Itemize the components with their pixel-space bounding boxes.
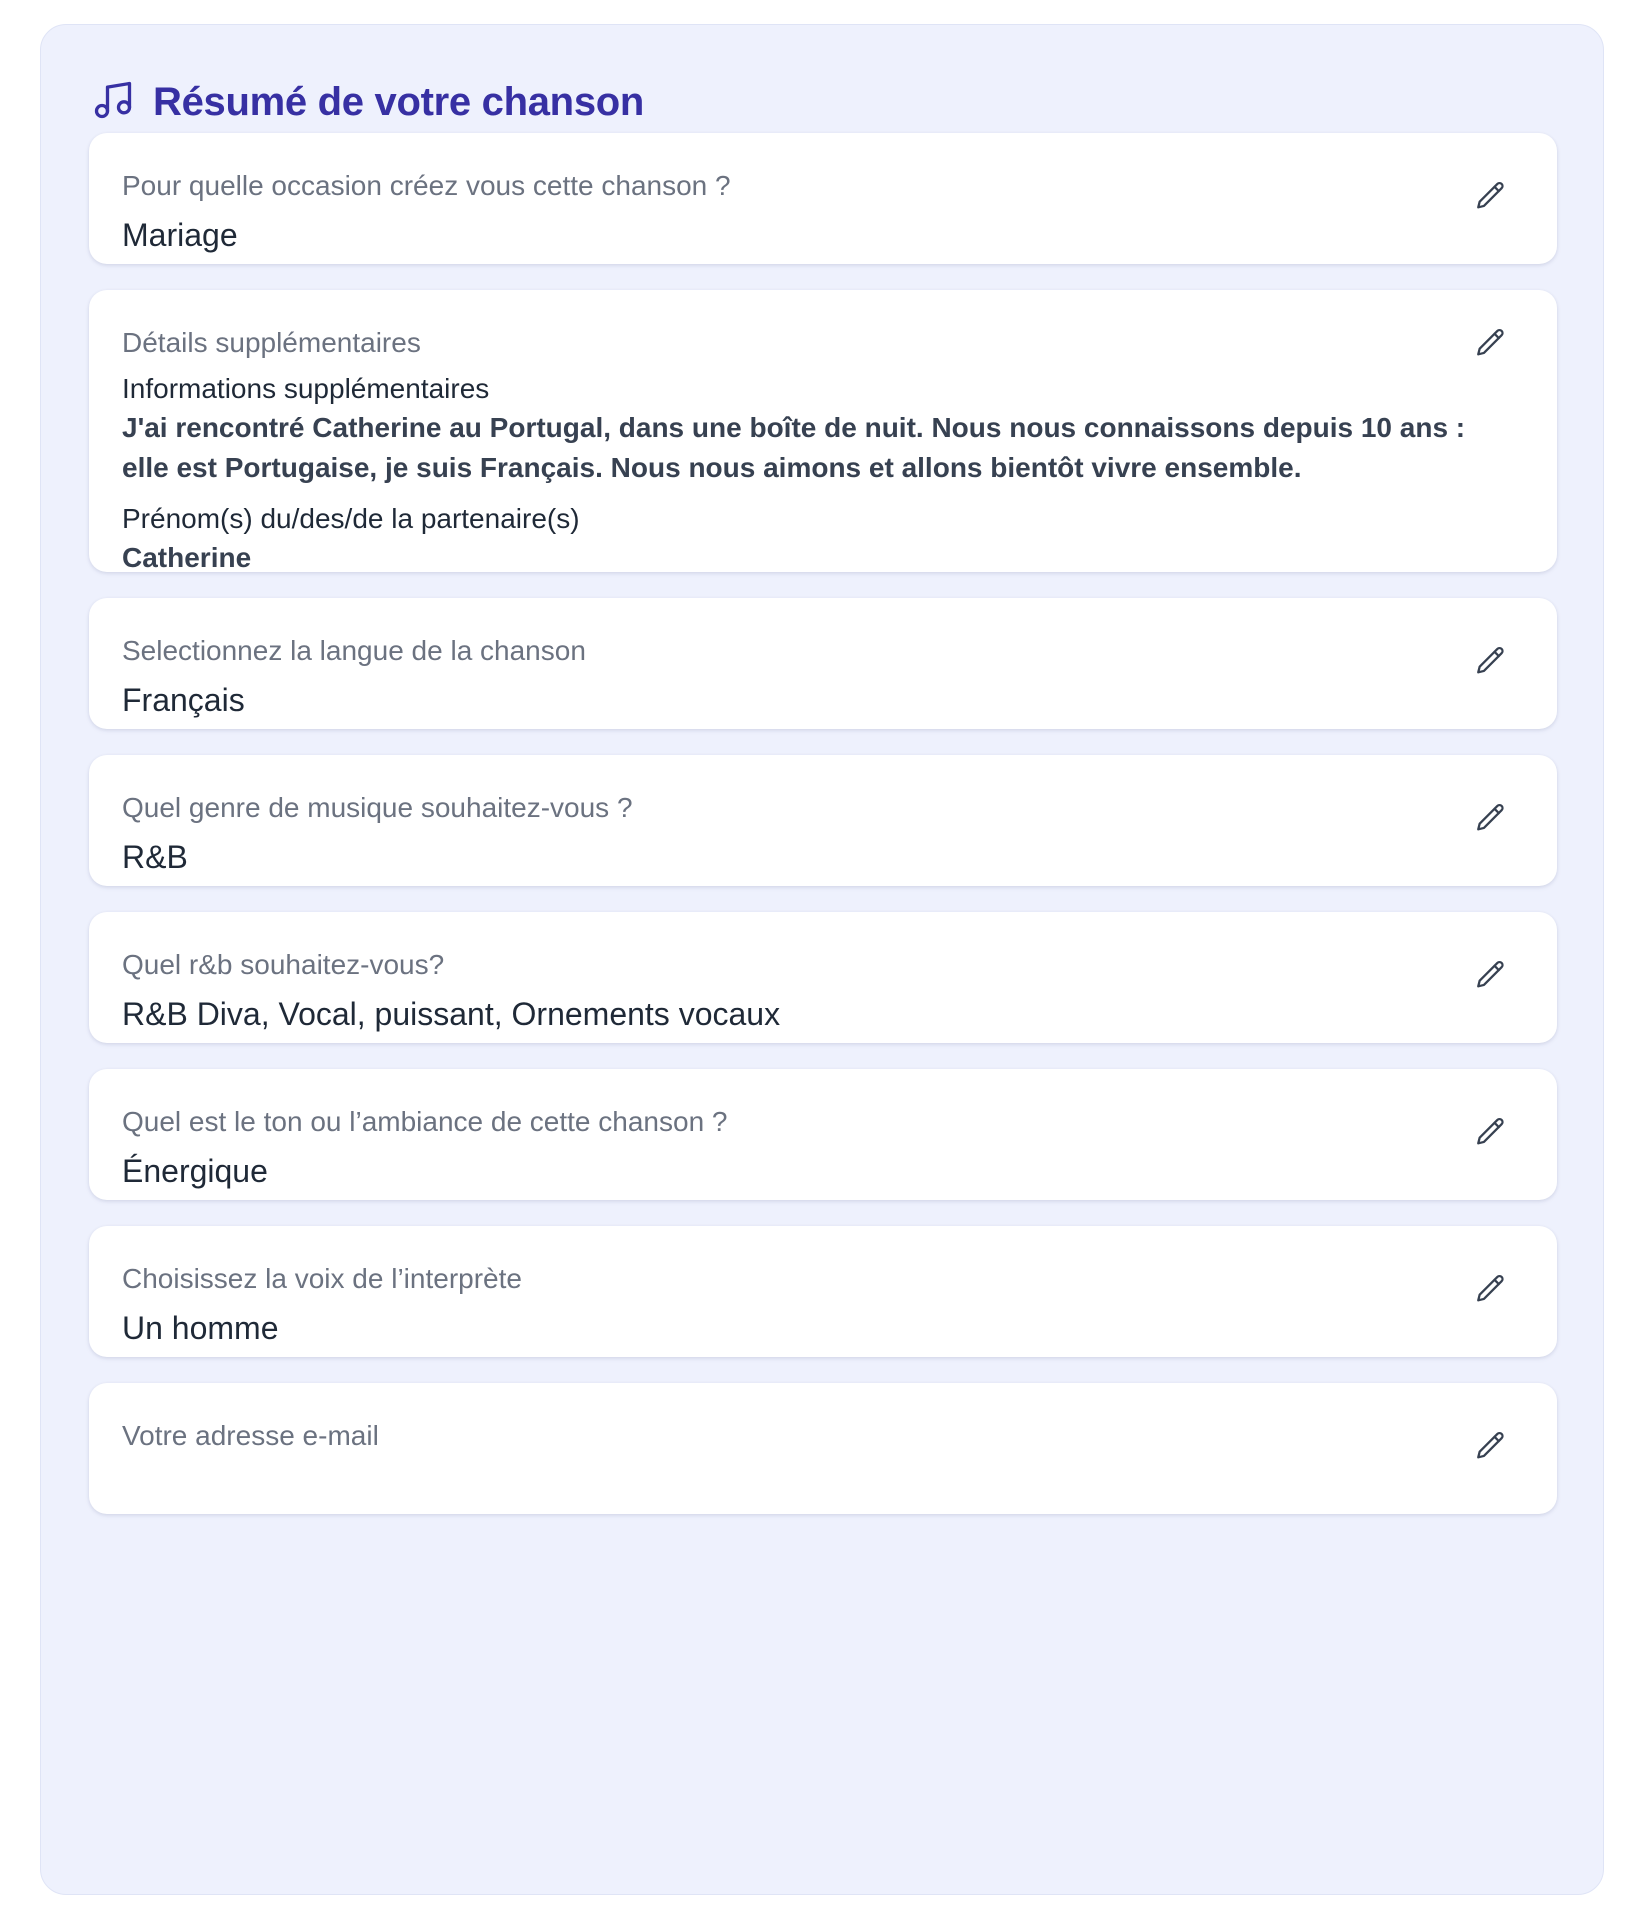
summary-card-language: Selectionnez la langue de la chanson Fra… <box>89 598 1557 729</box>
pencil-icon <box>1474 179 1508 218</box>
detail-value-informations: J'ai rencontré Catherine au Portugal, da… <box>122 412 1466 483</box>
summary-card-occasion: Pour quelle occasion créez vous cette ch… <box>89 133 1557 264</box>
card-answer: Mariage <box>122 217 238 253</box>
card-question: Pour quelle occasion créez vous cette ch… <box>122 170 731 201</box>
card-question: Quel genre de musique souhaitez-vous ? <box>122 792 633 823</box>
summary-card-mood: Quel est le ton ou l’ambiance de cette c… <box>89 1069 1557 1200</box>
summary-card-voice: Choisissez la voix de l’interprète Un ho… <box>89 1226 1557 1357</box>
card-question: Quel est le ton ou l’ambiance de cette c… <box>122 1106 728 1137</box>
card-question: Détails supplémentaires <box>122 327 421 358</box>
summary-card-rnb-style: Quel r&b souhaitez-vous? R&B Diva, Vocal… <box>89 912 1557 1043</box>
edit-rnb-style-button[interactable] <box>1471 957 1511 997</box>
summary-card-email: Votre adresse e-mail <box>89 1383 1557 1514</box>
card-answer: Énergique <box>122 1153 268 1189</box>
summary-title: Résumé de votre chanson <box>153 80 645 124</box>
card-question: Votre adresse e-mail <box>122 1420 379 1451</box>
edit-mood-button[interactable] <box>1471 1114 1511 1154</box>
summary-card-genre: Quel genre de musique souhaitez-vous ? R… <box>89 755 1557 886</box>
pencil-icon <box>1474 1272 1508 1311</box>
pencil-icon <box>1474 644 1508 683</box>
summary-card-details: Détails supplémentaires Informations sup… <box>89 290 1557 573</box>
pencil-icon <box>1474 1115 1508 1154</box>
detail-label-informations: Informations supplémentaires <box>122 373 490 404</box>
music-note-icon <box>91 78 135 127</box>
card-answer: R&B <box>122 839 188 875</box>
card-answer: Français <box>122 682 245 718</box>
detail-value-partner: Catherine <box>122 542 252 573</box>
card-question: Selectionnez la langue de la chanson <box>122 635 586 666</box>
pencil-icon <box>1474 326 1508 365</box>
edit-occasion-button[interactable] <box>1471 178 1511 218</box>
pencil-icon <box>1474 801 1508 840</box>
edit-email-button[interactable] <box>1471 1428 1511 1468</box>
edit-voice-button[interactable] <box>1471 1271 1511 1311</box>
edit-genre-button[interactable] <box>1471 800 1511 840</box>
edit-details-button[interactable] <box>1471 325 1511 365</box>
card-answer: R&B Diva, Vocal, puissant, Ornements voc… <box>122 996 781 1032</box>
detail-label-partner: Prénom(s) du/des/de la partenaire(s) <box>122 503 580 534</box>
card-question: Quel r&b souhaitez-vous? <box>122 949 445 980</box>
edit-language-button[interactable] <box>1471 643 1511 683</box>
card-question: Choisissez la voix de l’interprète <box>122 1263 522 1294</box>
pencil-icon <box>1474 1429 1508 1468</box>
pencil-icon <box>1474 958 1508 997</box>
summary-header: Résumé de votre chanson <box>91 78 644 127</box>
card-answer: Un homme <box>122 1310 279 1346</box>
song-summary-panel: Résumé de votre chanson Pour quelle occa… <box>40 24 1604 1895</box>
